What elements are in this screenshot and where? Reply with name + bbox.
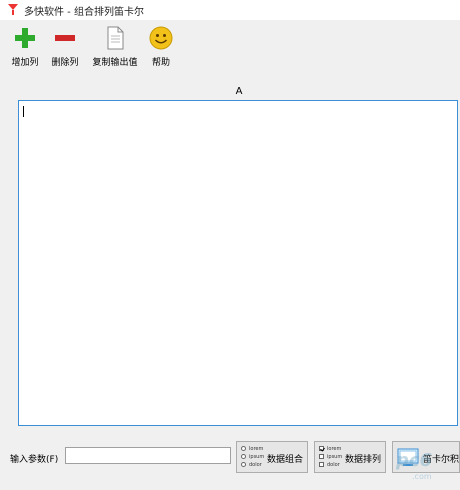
- smiley-help-icon: [149, 26, 173, 50]
- mini-option-label: lorem: [327, 446, 342, 452]
- radio-list-icon: lorem ipsum dolor: [241, 445, 269, 471]
- mini-option-label: lorem: [249, 446, 264, 452]
- plus-icon: [15, 28, 35, 48]
- help-button[interactable]: 帮助: [146, 24, 176, 70]
- minus-icon: [55, 35, 75, 41]
- combine-button[interactable]: lorem ipsum dolor 数据组合: [236, 441, 308, 473]
- mini-option-label: ipsum: [327, 454, 343, 460]
- copy-output-label: 复制输出值: [92, 58, 138, 68]
- title-bar: 多快软件 - 组合排列笛卡尔: [0, 0, 460, 20]
- mini-option-label: ipsum: [249, 454, 265, 460]
- permute-button[interactable]: lorem ipsum dolor 数据排列: [314, 441, 386, 473]
- input-textarea[interactable]: [18, 100, 458, 426]
- mini-option-label: dolor: [327, 462, 340, 468]
- text-caret: [23, 106, 24, 117]
- toolbar: 增加列 删除列 复制输出值 帮助: [0, 20, 460, 72]
- permute-label: 数据排列: [345, 455, 382, 465]
- mini-option-label: dolor: [249, 462, 262, 468]
- checkbox-list-icon: lorem ipsum dolor: [319, 445, 347, 471]
- document-icon: [107, 26, 124, 50]
- app-logo-icon: [8, 4, 18, 15]
- window-title: 多快软件 - 组合排列笛卡尔: [24, 7, 144, 18]
- delete-column-button[interactable]: 删除列: [48, 24, 82, 70]
- param-input[interactable]: [65, 447, 231, 464]
- delete-column-label: 删除列: [51, 58, 79, 68]
- watermark-logo: pc6: [396, 450, 433, 471]
- add-column-label: 增加列: [11, 58, 39, 68]
- help-label: 帮助: [151, 58, 170, 68]
- bottom-bar: 输入参数(F) lorem ipsum dolor 数据组合 lorem ips…: [0, 438, 460, 478]
- column-header-a[interactable]: A: [18, 84, 460, 100]
- combine-label: 数据组合: [267, 455, 304, 465]
- watermark-sub: .com: [412, 472, 432, 481]
- add-column-button[interactable]: 增加列: [8, 24, 42, 70]
- copy-output-button[interactable]: 复制输出值: [88, 24, 142, 70]
- param-label: 输入参数(F): [10, 455, 59, 465]
